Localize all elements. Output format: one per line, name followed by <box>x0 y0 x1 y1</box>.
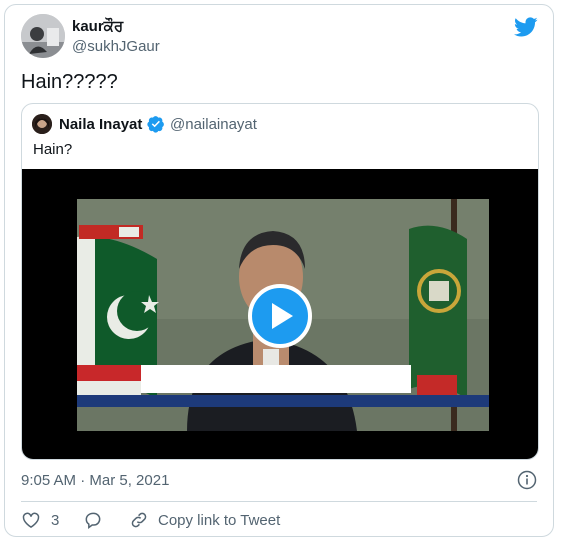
author-avatar[interactable] <box>21 14 65 58</box>
reply-button[interactable] <box>83 509 103 531</box>
quoted-tweet[interactable]: Naila Inayat @nailainayat Hain? <box>21 103 539 460</box>
author-handle[interactable]: @sukhJGaur <box>72 38 160 55</box>
quoted-tweet-text: Hain? <box>33 141 73 158</box>
play-icon <box>272 303 293 329</box>
copy-link-label: Copy link to Tweet <box>158 511 281 529</box>
heart-icon <box>22 512 40 528</box>
link-icon <box>131 512 147 528</box>
twitter-bird-icon[interactable] <box>514 15 538 39</box>
tweet-card: kaurਕੌਰ @sukhJGaur Hain????? Naila Inaya… <box>4 4 554 537</box>
quoted-author-avatar[interactable] <box>32 114 52 134</box>
quoted-author-name[interactable]: Naila Inayat <box>59 116 142 133</box>
play-button[interactable] <box>248 284 312 348</box>
tweet-text: Hain????? <box>21 71 118 93</box>
author-name[interactable]: kaurਕੌਰ <box>72 18 123 35</box>
reply-icon <box>85 512 101 529</box>
verified-badge-icon <box>147 116 164 133</box>
like-button[interactable]: 3 <box>21 509 59 531</box>
divider <box>21 501 537 502</box>
info-icon[interactable] <box>517 470 537 490</box>
copy-link-button[interactable]: Copy link to Tweet <box>129 509 280 531</box>
quoted-author-handle[interactable]: @nailainayat <box>170 116 257 133</box>
like-count: 3 <box>51 511 60 529</box>
tweet-timestamp[interactable]: 9:05 AM · Mar 5, 2021 <box>21 472 169 489</box>
video-player[interactable] <box>22 169 538 459</box>
